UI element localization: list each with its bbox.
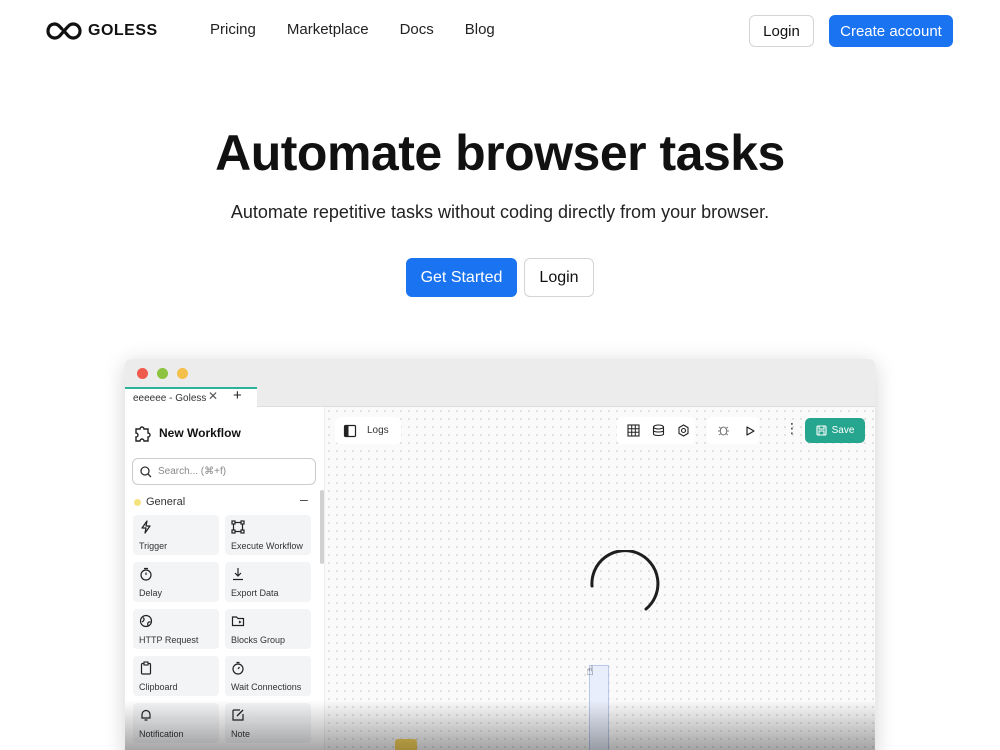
block-search-input[interactable]: Search... (⌘+f): [132, 458, 316, 485]
nav-link-docs[interactable]: Docs: [400, 21, 434, 38]
logs-toggle[interactable]: Logs: [335, 417, 401, 444]
search-placeholder: Search... (⌘+f): [158, 466, 227, 477]
logs-label: Logs: [367, 425, 389, 436]
window-maximize-dot[interactable]: [157, 368, 168, 379]
table-icon[interactable]: [627, 424, 640, 437]
nav-links: Pricing Marketplace Docs Blog: [210, 21, 495, 38]
tab-close-icon[interactable]: ✕: [208, 389, 218, 403]
lightning-icon: [141, 520, 151, 534]
top-navbar: GOLESS Pricing Marketplace Docs Blog Log…: [0, 0, 1000, 62]
floppy-disk-icon: [816, 425, 827, 436]
database-icon[interactable]: [652, 424, 665, 437]
block-category-general[interactable]: General: [134, 496, 185, 508]
brand-name: GOLESS: [88, 22, 158, 39]
stopwatch-icon: [232, 661, 244, 675]
create-account-button[interactable]: Create account: [829, 15, 953, 47]
nav-link-marketplace[interactable]: Marketplace: [287, 21, 369, 38]
window-close-dot[interactable]: [137, 368, 148, 379]
nav-link-pricing[interactable]: Pricing: [210, 21, 256, 38]
category-label: General: [146, 496, 186, 508]
block-notification[interactable]: Notification: [133, 703, 219, 743]
block-export-data[interactable]: Export Data: [225, 562, 311, 602]
nav-login-button[interactable]: Login: [749, 15, 814, 47]
window-titlebar: [125, 359, 875, 387]
hero-subtitle: Automate repetitive tasks without coding…: [230, 202, 770, 222]
block-wait-connections[interactable]: Wait Connections: [225, 656, 311, 696]
trigger-node[interactable]: [395, 739, 417, 750]
collapse-category-icon[interactable]: –: [300, 491, 308, 507]
tab-title: eeeeee - Goless: [133, 392, 207, 404]
note-icon: [232, 709, 244, 721]
workflow-canvas[interactable]: Logs ⋮ Save ☝: [325, 407, 875, 750]
sidebar-scrollbar[interactable]: [320, 490, 324, 564]
more-options-icon[interactable]: ⋮: [785, 421, 799, 435]
globe-icon: [139, 614, 153, 628]
workflow-icon: [231, 520, 245, 534]
browser-tabbar: eeeeee - Goless ✕ +: [125, 387, 875, 407]
block-execute-workflow[interactable]: Execute Workflow: [225, 515, 311, 555]
block-note[interactable]: Note: [225, 703, 311, 743]
sidebar-panel-icon: [343, 424, 357, 437]
timer-icon: [140, 567, 152, 581]
new-tab-icon[interactable]: +: [233, 387, 242, 404]
workflow-sidebar: New Workflow Search... (⌘+f) General – T…: [125, 407, 325, 750]
puzzle-icon: [135, 426, 151, 442]
clipboard-icon: [140, 661, 152, 675]
hero-login-button[interactable]: Login: [524, 258, 594, 297]
hand-cursor-icon: ☝: [586, 663, 594, 678]
save-label: Save: [831, 425, 855, 436]
bell-icon: [141, 709, 151, 721]
get-started-button[interactable]: Get Started: [406, 258, 517, 297]
run-toolbar: [707, 417, 759, 444]
save-button[interactable]: Save: [805, 418, 865, 443]
gear-icon[interactable]: [677, 424, 690, 437]
block-trigger[interactable]: Trigger: [133, 515, 219, 555]
category-dot: [134, 498, 141, 506]
app-preview-window: eeeeee - Goless ✕ + New Workflow Search.…: [125, 359, 875, 750]
loading-spinner-icon: [590, 550, 660, 611]
nav-link-blog[interactable]: Blog: [465, 21, 495, 38]
folder-icon: [231, 616, 245, 627]
brand-logo[interactable]: GOLESS: [46, 20, 158, 42]
bug-icon[interactable]: [717, 424, 730, 437]
download-icon: [233, 568, 243, 581]
sidebar-header: New Workflow: [133, 423, 241, 443]
window-minimize-dot[interactable]: [177, 368, 188, 379]
workflow-name[interactable]: New Workflow: [159, 426, 241, 440]
block-http-request[interactable]: HTTP Request: [133, 609, 219, 649]
play-icon[interactable]: [744, 425, 756, 437]
block-clipboard[interactable]: Clipboard: [133, 656, 219, 696]
block-delay[interactable]: Delay: [133, 562, 219, 602]
data-toolbar: [617, 417, 695, 444]
search-icon: [140, 465, 152, 477]
infinity-logo-icon: [46, 22, 82, 40]
block-blocks-group[interactable]: Blocks Group: [225, 609, 311, 649]
hero-title: Automate browser tasks: [215, 125, 785, 181]
